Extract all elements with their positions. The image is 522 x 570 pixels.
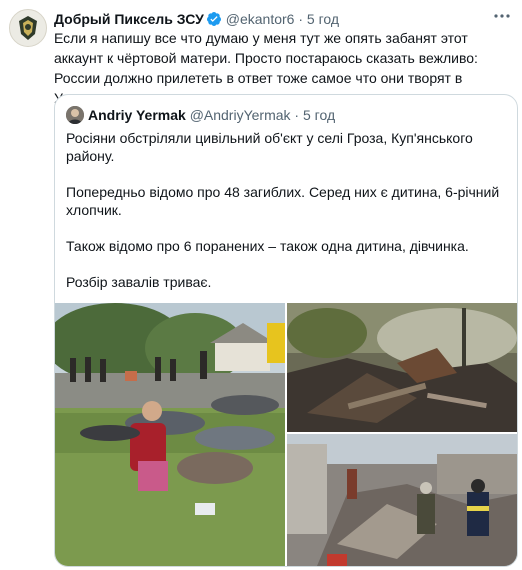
media-grid	[55, 303, 517, 566]
author-avatar[interactable]	[9, 9, 47, 47]
quoted-tweet-card[interactable]: Andriy Yermak @AndriyYermak · 5 год Росі…	[54, 94, 518, 567]
tweet-timestamp[interactable]: 5 год	[307, 11, 339, 27]
quoted-tweet-header: Andriy Yermak @AndriyYermak · 5 год	[66, 105, 335, 125]
quoted-separator-dot: ·	[294, 107, 300, 123]
quoted-paragraph: Також відомо про 6 поранених – також одн…	[66, 238, 469, 254]
photo-bottom-right[interactable]	[287, 434, 517, 566]
author-handle[interactable]: @ekantor6	[226, 11, 295, 27]
avatar-emblem-icon	[10, 10, 46, 46]
portrait-icon	[66, 106, 84, 124]
photo-top-right[interactable]	[287, 303, 517, 432]
quoted-tweet-text: Росіяни обстріляли цивільний об'єкт у се…	[66, 129, 506, 309]
photo-left[interactable]	[55, 303, 285, 566]
quoted-author-avatar[interactable]	[66, 106, 84, 124]
separator-dot: ·	[298, 11, 304, 27]
quoted-paragraph: Росіяни обстріляли цивільний об'єкт у се…	[66, 130, 473, 164]
more-options-icon[interactable]	[492, 8, 512, 24]
quoted-paragraph: Попередньо відомо про 48 загиблих. Серед…	[66, 184, 500, 218]
tweet-header: Добрый Пиксель ЗСУ @ekantor6 · 5 год	[54, 10, 492, 28]
quoted-author-handle[interactable]: @AndriyYermak	[190, 107, 291, 123]
quoted-paragraph: Розбір завалів триває.	[66, 274, 212, 290]
quoted-timestamp[interactable]: 5 год	[303, 107, 335, 123]
author-name[interactable]: Добрый Пиксель ЗСУ	[54, 11, 204, 27]
quoted-author-name[interactable]: Andriy Yermak	[88, 107, 186, 123]
